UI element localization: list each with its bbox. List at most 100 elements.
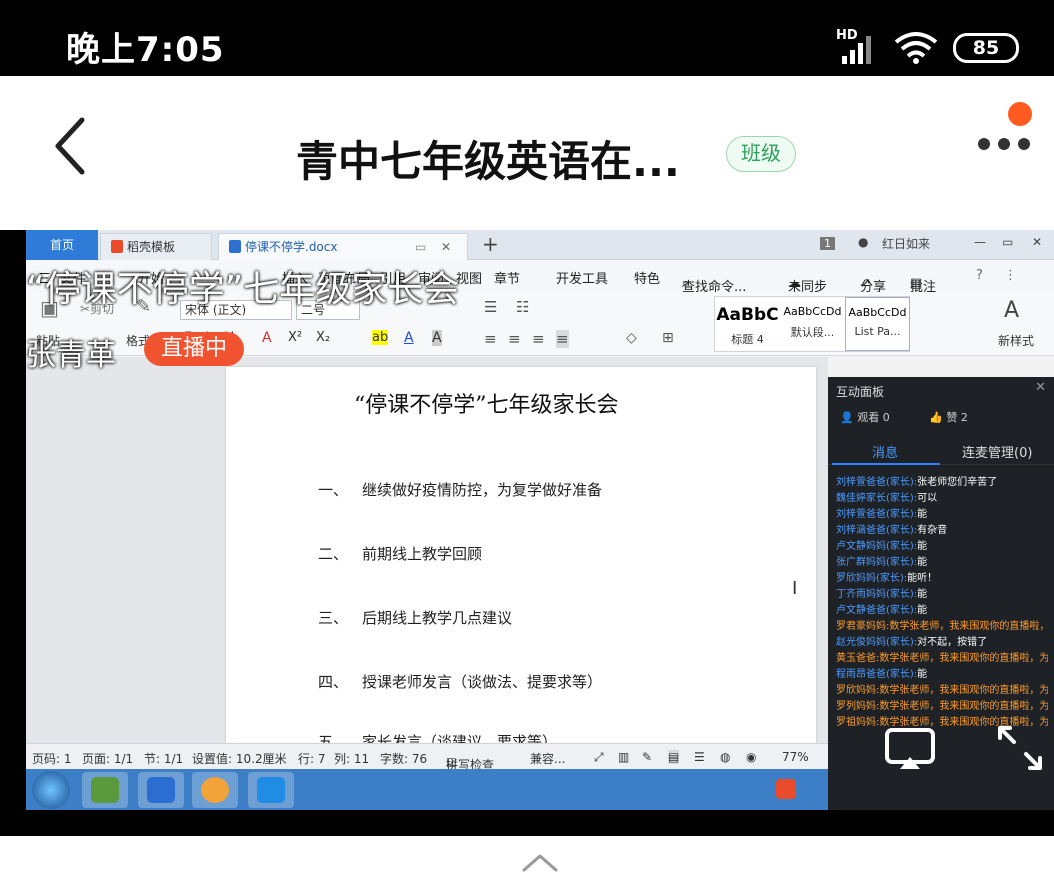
chat-user: 魏佳婷家长(家长): (836, 493, 918, 504)
minimize-icon[interactable]: — (974, 235, 986, 249)
chat-message: 罗列妈妈:数学张老师，我来围观你的直播啦，为你点赞！ (836, 699, 1048, 715)
bottom-bar (0, 836, 1054, 883)
tab-template-label: 稻壳模板 (127, 240, 176, 254)
new-style-label[interactable]: 新样式 (998, 332, 1034, 349)
maximize-icon[interactable]: ▭ (1002, 235, 1013, 249)
view-read-icon[interactable]: ▥ (618, 750, 629, 764)
text-color-icon[interactable]: A (404, 330, 414, 346)
chat-user: 张广群妈妈(家长): (836, 557, 918, 568)
shading-icon[interactable]: ◇ (626, 330, 637, 346)
windows-start-icon[interactable] (32, 771, 70, 809)
document-page[interactable]: “停课不停学”七年级家长会 一、 继续做好疫情防控，为复学做好准备 二、 前期线上教… (226, 367, 816, 751)
chat-list: 刘梓萱爸爸(家长):张老师您们辛苦了 魏佳婷家长(家长):可以 刘梓萱爸爸(家长):… (836, 475, 1048, 731)
font-color-icon[interactable]: A (262, 330, 272, 346)
word-doc-icon (229, 240, 241, 253)
chat-message: 罗欣妈妈:数学张老师，我来围观你的直播啦，为你点赞！ (836, 683, 1048, 699)
menu-section[interactable]: 章节 (494, 268, 520, 287)
highlight-icon[interactable]: ab (372, 330, 389, 345)
new-tab-icon[interactable]: + (482, 232, 499, 256)
style-list-paragraph[interactable]: AaBbCcDd List Pa... (845, 297, 910, 351)
live-status-badge: 直播中 (144, 332, 244, 366)
style-default[interactable]: AaBbCcDd 默认段... (780, 297, 845, 351)
wps-icon (147, 777, 175, 803)
shared-screen: 首页 稻壳模板 停课不停学.docx ▭ ✕ + 1 ● 红日如来 — ▭ ✕ … (26, 230, 1054, 810)
subscript-icon[interactable]: X₂ (316, 330, 330, 345)
user-name[interactable]: 红日如来 (882, 235, 930, 252)
item-number: 四、 (318, 673, 349, 691)
tab-mic-management[interactable]: 连麦管理(0) (962, 442, 1032, 461)
zoom-level[interactable]: 77% (782, 750, 809, 764)
taskbar-app[interactable] (82, 772, 128, 808)
new-style-icon[interactable]: A (1004, 298, 1019, 323)
fullscreen-icon[interactable] (996, 724, 1044, 772)
viewers-icon: 👤 (840, 411, 854, 424)
taskbar-live[interactable] (248, 772, 294, 808)
align-left-icon[interactable]: ≡ (484, 330, 497, 348)
eye-protect-icon[interactable]: ◉ (746, 750, 756, 764)
chevron-up-icon[interactable] (520, 852, 560, 874)
view-web-icon[interactable]: ◍ (720, 750, 730, 764)
style-label: 默认段... (790, 326, 835, 339)
numbered-list-icon[interactable]: ☷ (516, 298, 529, 316)
view-outline-icon[interactable]: ☰ (694, 750, 705, 764)
user-avatar-icon[interactable]: ● (858, 235, 868, 249)
item-text: 授课老师发言（谈做法、提要求等） (362, 673, 603, 691)
status-page: 页码: 1 (32, 752, 72, 766)
tab-home[interactable]: 首页 (26, 230, 98, 260)
item-text: 继续做好疫情防控，为复学做好准备 (362, 481, 603, 499)
tab-restore-icon[interactable]: ▭ (415, 234, 426, 261)
style-heading4[interactable]: AaBbC 标题 4 (715, 297, 780, 351)
chat-text: 能 (917, 589, 928, 600)
clock: 晚上7:05 (66, 30, 225, 70)
cast-screen-icon[interactable] (884, 727, 936, 771)
justify-icon[interactable]: ≡ (556, 330, 569, 348)
tab-document[interactable]: 停课不停学.docx ▭ ✕ (218, 233, 468, 260)
tab-messages[interactable]: 消息 (872, 442, 898, 461)
align-center-icon[interactable]: ≡ (508, 330, 521, 348)
app-header: 青中七年级英语在... 班级 (0, 76, 1054, 230)
chat-text: 数学张老师，我来围观你的直播啦，为你点赞！ (889, 621, 1048, 632)
bullet-list-icon[interactable]: ☰ (484, 298, 497, 316)
taskbar-browser[interactable] (192, 772, 238, 808)
chat-user: 罗欣妈妈: (836, 685, 880, 696)
more-options-icon[interactable]: ⋮ (1004, 268, 1017, 283)
view-fullscreen-icon[interactable]: ⤢ (594, 750, 604, 765)
dot-icon (1018, 138, 1030, 150)
view-edit-icon[interactable]: ✎ (642, 750, 652, 764)
wps-status-bar: 页码: 1 页面: 1/1 节: 1/1 设置值: 10.2厘米 行: 7 列:… (26, 743, 828, 772)
viewers-count: 观看 0 (857, 411, 890, 424)
chat-message: 刘梓萱爸爸(家长):能 (836, 507, 1048, 523)
tab-document-label: 停课不停学.docx (245, 240, 338, 254)
windows-taskbar (26, 769, 828, 810)
taskbar-wps[interactable] (138, 772, 184, 808)
host-name: 张青革 (26, 338, 116, 373)
menu-view[interactable]: 视图 (456, 268, 482, 287)
chat-text: 数学张老师，我来围观你的直播啦，为你点赞！ (879, 653, 1048, 664)
close-window-icon[interactable]: ✕ (1032, 235, 1042, 249)
style-preview: AaBbCcDd (848, 306, 907, 319)
dot-icon (998, 138, 1010, 150)
window-count-badge: 1 (820, 237, 835, 250)
back-arrow-icon[interactable] (52, 116, 92, 176)
menu-features[interactable]: 特色 (634, 268, 660, 287)
item-text: 前期线上教学回顾 (362, 545, 483, 563)
superscript-icon[interactable]: X² (288, 330, 302, 345)
menu-developer[interactable]: 开发工具 (556, 268, 608, 287)
chat-message: 赵光俊妈妈(家长):对不起，按错了 (836, 635, 1048, 651)
page-title: 青中七年级英语在... (296, 137, 680, 186)
sogou-icon[interactable] (776, 779, 796, 799)
border-icon[interactable]: ⊞ (662, 330, 674, 346)
chat-text: 可以 (917, 493, 938, 504)
panel-close-icon[interactable]: ✕ (1035, 380, 1046, 395)
style-preview: AaBbC (716, 305, 779, 325)
align-right-icon[interactable]: ≡ (532, 330, 545, 348)
document-item: 三、 后期线上教学几点建议 (318, 607, 512, 628)
char-shading-icon[interactable]: A (432, 330, 442, 346)
tab-close-icon[interactable]: ✕ (441, 234, 451, 261)
chat-text: 能 (917, 669, 928, 680)
help-icon[interactable]: ? (976, 268, 983, 283)
view-page-icon[interactable]: ▤ (668, 750, 680, 764)
wifi-icon (894, 32, 938, 64)
tab-template[interactable]: 稻壳模板 (100, 233, 212, 260)
more-menu-button[interactable] (976, 134, 1032, 154)
